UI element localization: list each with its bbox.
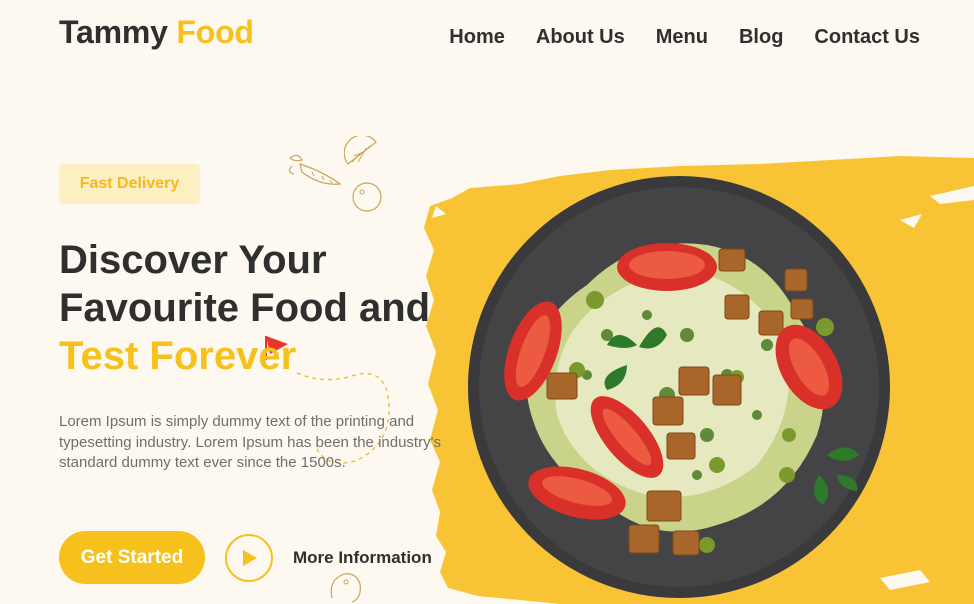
brand-logo[interactable]: Tammy Food bbox=[59, 14, 254, 51]
nav-item-blog[interactable]: Blog bbox=[739, 26, 783, 49]
nav-item-menu[interactable]: Menu bbox=[656, 26, 708, 49]
headline-line-1: Discover Your bbox=[59, 238, 327, 282]
main-nav: Home About Us Menu Blog Contact Us bbox=[449, 26, 920, 49]
pea-icon bbox=[352, 182, 382, 212]
get-started-button[interactable]: Get Started bbox=[59, 531, 205, 584]
nav-item-contact-us[interactable]: Contact Us bbox=[814, 26, 920, 49]
nav-item-home[interactable]: Home bbox=[449, 26, 505, 49]
play-icon bbox=[243, 550, 257, 566]
logo-accent-text: Food bbox=[176, 14, 254, 50]
hero-description: Lorem Ipsum is simply dummy text of the … bbox=[59, 413, 441, 471]
headline-line-3: Test Forever bbox=[59, 334, 297, 378]
play-video-button[interactable] bbox=[225, 534, 273, 582]
hero-headline: Discover Your Favourite Food and Test Fo… bbox=[59, 236, 430, 380]
more-information-link[interactable]: More Information bbox=[293, 548, 432, 568]
lemon-icon bbox=[344, 136, 377, 165]
salad-plate-image bbox=[468, 176, 890, 598]
delivery-badge: Fast Delivery bbox=[59, 164, 200, 204]
landing-page: Tammy Food Home About Us Menu Blog Conta… bbox=[0, 0, 974, 604]
nav-item-about-us[interactable]: About Us bbox=[536, 26, 625, 49]
headline-line-2: Favourite Food and bbox=[59, 286, 431, 330]
sausage-icon bbox=[330, 573, 361, 603]
logo-main-text: Tammy bbox=[59, 14, 168, 50]
carrot-icon bbox=[288, 154, 342, 185]
